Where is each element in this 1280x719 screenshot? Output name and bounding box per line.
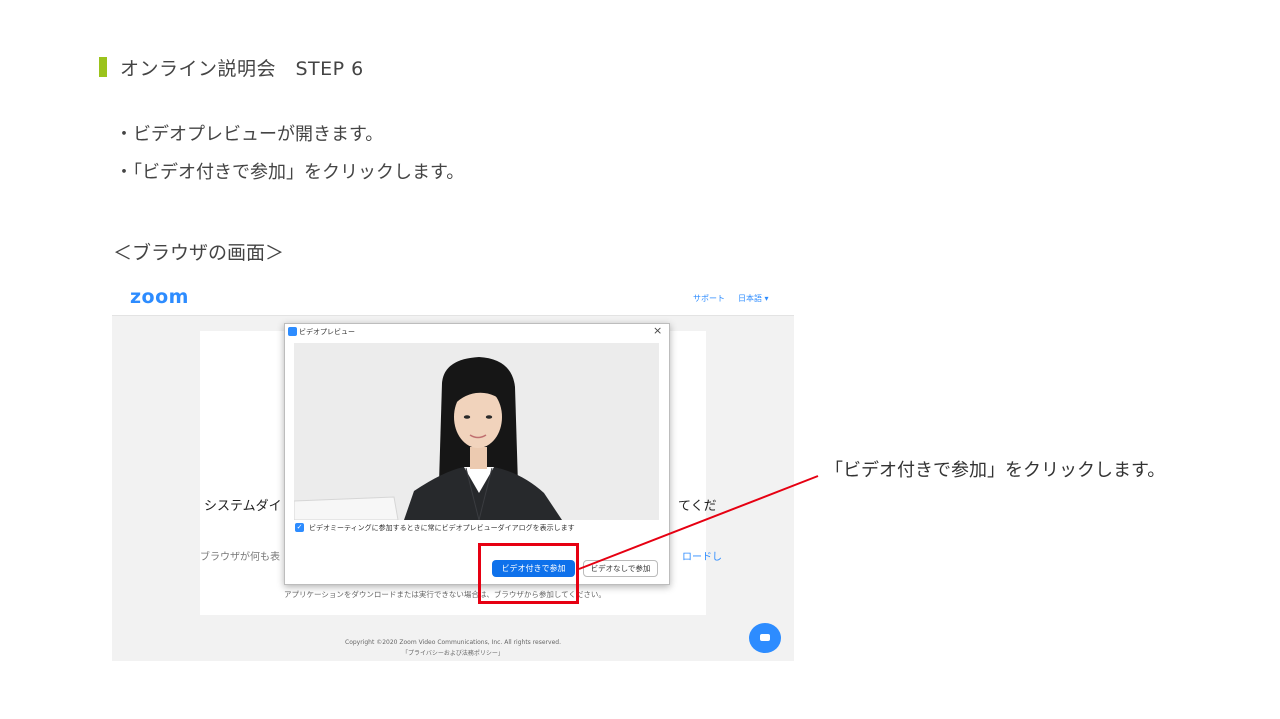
highlight-box	[478, 543, 579, 604]
video-preview	[294, 343, 659, 520]
zoom-header: zoom サポート 日本語 ▾	[112, 283, 794, 316]
checkbox-icon[interactable]: ✓	[295, 523, 304, 532]
person-video-image	[294, 343, 659, 520]
bullet-2: ・「ビデオ付きで参加」をクリックします。	[115, 162, 465, 183]
bullet-1: ・ビデオプレビューが開きます。	[115, 124, 384, 145]
callout-text: 「ビデオ付きで参加」をクリックします。	[825, 460, 1166, 481]
privacy-link[interactable]: 「プライバシーおよび法務ポリシー」	[112, 648, 794, 657]
bg-download-link[interactable]: ロードし	[682, 548, 722, 563]
slide-title: オンライン説明会 STEP 6	[120, 57, 364, 80]
language-select[interactable]: 日本語 ▾	[738, 293, 769, 304]
zoom-logo[interactable]: zoom	[130, 286, 189, 308]
dialog-title: ビデオプレビュー	[299, 328, 355, 336]
close-icon[interactable]: ×	[653, 324, 662, 337]
title-accent-bar	[99, 57, 107, 77]
checkbox-label: ビデオミーティングに参加するときに常にビデオプレビューダイアログを表示します	[309, 524, 575, 532]
bg-system-text-right: てくだ	[678, 499, 717, 514]
bg-browser-text-left: ブラウザが何も表	[200, 552, 280, 563]
join-without-video-button[interactable]: ビデオなしで参加	[583, 560, 658, 577]
zoom-app-icon	[288, 327, 297, 336]
browser-label: ＜ブラウザの画面＞	[113, 242, 285, 264]
copyright-text: Copyright ©2020 Zoom Video Communication…	[345, 639, 561, 646]
video-preview-dialog: ビデオプレビュー × ✓ ビデオミーティングに参加するときに常にビデオプレビュー…	[284, 323, 670, 585]
bg-system-text-left: システムダイ	[204, 499, 282, 514]
chat-bubble-icon[interactable]	[749, 623, 781, 653]
slide-title-wrap: オンライン説明会 STEP 6	[99, 55, 364, 80]
support-link[interactable]: サポート	[693, 293, 725, 304]
